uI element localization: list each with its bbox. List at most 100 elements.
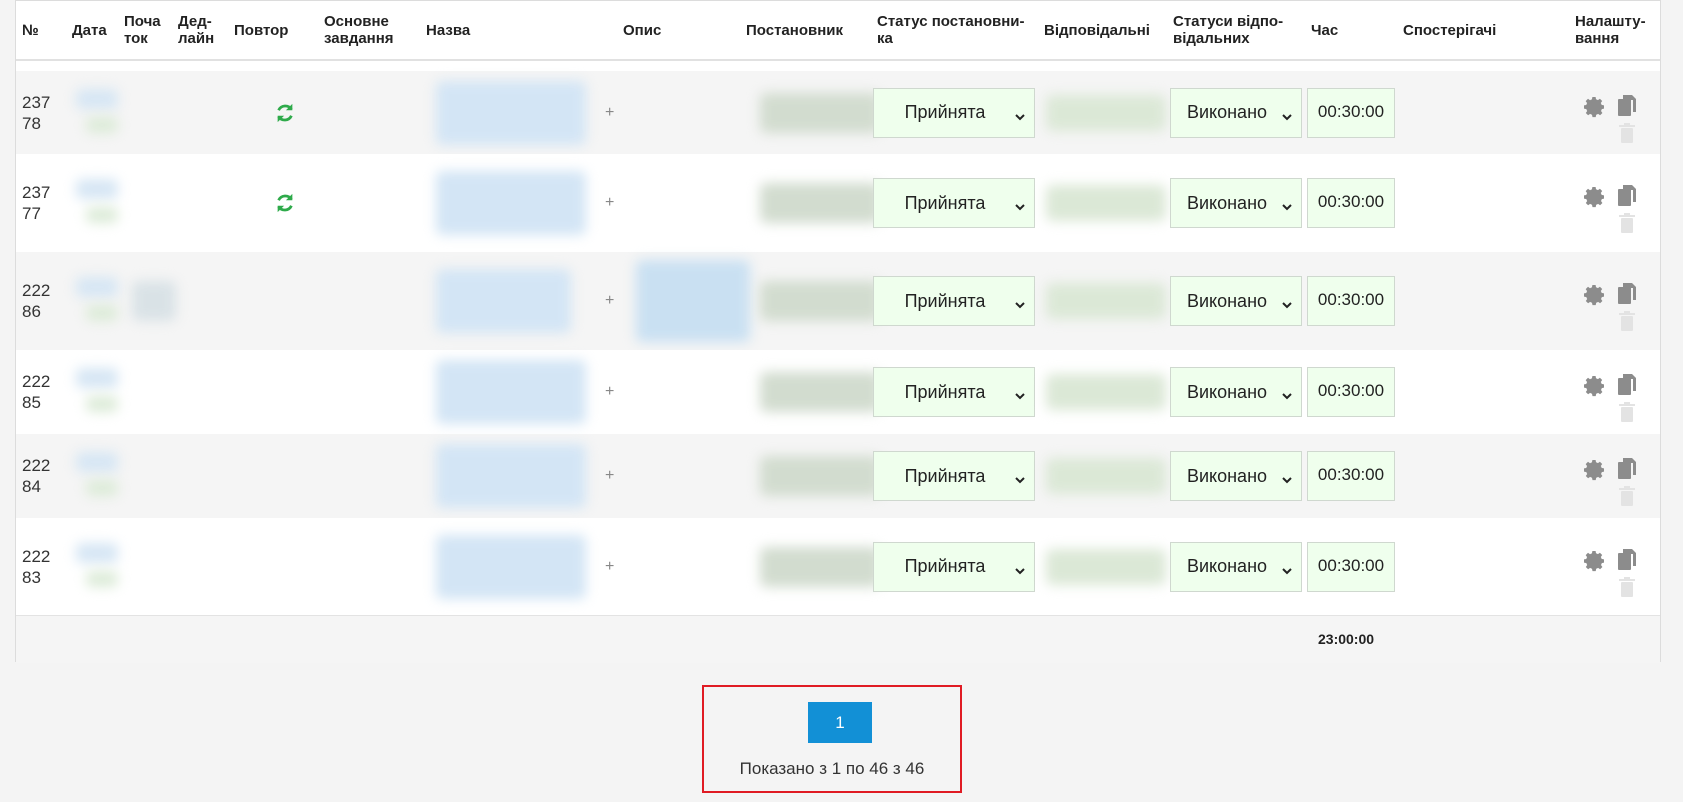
copy-icon[interactable] xyxy=(1617,94,1637,123)
author-status-select[interactable]: Прийнята xyxy=(873,87,1035,138)
expand-plus-icon[interactable]: + xyxy=(605,154,614,252)
author-status-select[interactable]: Прийнята xyxy=(873,276,1035,326)
responsible-status-select[interactable]: Виконано xyxy=(1170,276,1302,326)
pagination: 1 Показано з 1 по 46 з 46 xyxy=(702,685,962,793)
author-redacted xyxy=(760,456,880,496)
col-header-date[interactable]: Дата xyxy=(66,1,118,59)
col-header-responsible-status[interactable]: Статуси відпо- відальних xyxy=(1167,1,1297,59)
responsible-redacted xyxy=(1046,185,1166,221)
trash-icon[interactable] xyxy=(1618,401,1636,428)
task-name-redacted xyxy=(436,360,586,424)
trash-icon[interactable] xyxy=(1618,485,1636,512)
trash-icon[interactable] xyxy=(1618,310,1636,337)
responsible-redacted xyxy=(1046,548,1166,585)
table-row[interactable]: 22284 + Прийнята Виконано 00:30:00 xyxy=(16,434,1660,518)
chevron-down-icon xyxy=(1014,295,1026,309)
task-number[interactable]: 23778 xyxy=(16,71,58,154)
time-input[interactable]: 00:30:00 xyxy=(1307,276,1395,326)
time-input[interactable]: 00:30:00 xyxy=(1307,87,1395,138)
author-redacted xyxy=(760,183,880,223)
chevron-down-icon xyxy=(1281,470,1293,484)
date-value-redacted xyxy=(76,542,118,563)
table-row[interactable]: 22283 + Прийнята Виконано 00:30:00 xyxy=(16,518,1660,615)
trash-icon[interactable] xyxy=(1618,122,1636,149)
responsible-status-select[interactable]: Виконано xyxy=(1170,87,1302,138)
copy-icon[interactable] xyxy=(1617,548,1637,577)
author-status-select[interactable]: Прийнята xyxy=(873,178,1035,228)
task-number[interactable]: 22285 xyxy=(16,350,58,434)
copy-icon[interactable] xyxy=(1617,184,1637,213)
date-value-redacted xyxy=(76,452,118,472)
date-value-redacted xyxy=(76,88,118,109)
col-header-name[interactable]: Назва xyxy=(420,1,600,59)
copy-icon[interactable] xyxy=(1617,457,1637,486)
table-row[interactable]: 23777 + Прийнята Виконано 00:30:00 xyxy=(16,154,1660,252)
expand-plus-icon[interactable]: + xyxy=(605,71,614,154)
author-status-select[interactable]: Прийнята xyxy=(873,367,1035,417)
date-value-redacted xyxy=(76,277,118,297)
author-status-value: Прийнята xyxy=(904,290,986,311)
col-header-repeat[interactable]: Повтор xyxy=(228,1,314,59)
chevron-down-icon xyxy=(1014,386,1026,400)
page-button-1[interactable]: 1 xyxy=(808,702,872,743)
trash-icon[interactable] xyxy=(1618,576,1636,603)
col-header-number[interactable]: № xyxy=(16,1,66,59)
col-header-deadline[interactable]: Дед- лайн xyxy=(172,1,228,59)
col-header-responsible[interactable]: Відповідальні xyxy=(1038,1,1156,59)
responsible-status-value: Виконано xyxy=(1186,381,1268,402)
description-redacted xyxy=(636,260,750,342)
chevron-down-icon xyxy=(1014,107,1026,120)
task-number[interactable]: 23777 xyxy=(16,154,58,252)
col-header-start[interactable]: Поча ток xyxy=(118,1,170,59)
table-row[interactable]: 22286 + Прийнята Виконано 00:30:00 xyxy=(16,252,1660,350)
chevron-down-icon xyxy=(1014,561,1026,574)
chevron-down-icon xyxy=(1281,386,1293,400)
table-row[interactable]: 23778 + Прийнята Виконано 00:30:00 xyxy=(16,71,1660,154)
responsible-status-select[interactable]: Виконано xyxy=(1170,451,1302,501)
time-input[interactable]: 00:30:00 xyxy=(1307,178,1395,228)
responsible-status-select[interactable]: Виконано xyxy=(1170,367,1302,417)
author-status-value: Прийнята xyxy=(904,465,986,486)
refresh-icon xyxy=(274,71,314,154)
task-name-redacted xyxy=(436,444,586,508)
expand-plus-icon[interactable]: + xyxy=(605,350,614,434)
task-number[interactable]: 22286 xyxy=(16,252,58,350)
copy-icon[interactable] xyxy=(1617,373,1637,402)
gear-icon[interactable] xyxy=(1583,374,1607,403)
expand-plus-icon[interactable]: + xyxy=(605,518,614,615)
time-input[interactable]: 00:30:00 xyxy=(1307,451,1395,501)
col-header-watchers[interactable]: Спостерігачі xyxy=(1397,1,1547,59)
gear-icon[interactable] xyxy=(1583,185,1607,214)
date-time-redacted xyxy=(86,305,118,321)
col-header-main-task[interactable]: Основне завдання xyxy=(318,1,410,59)
col-header-time[interactable]: Час xyxy=(1305,1,1385,59)
author-status-select[interactable]: Прийнята xyxy=(873,541,1035,592)
col-header-description[interactable]: Опис xyxy=(617,1,727,59)
col-header-author-status[interactable]: Статус постановни- ка xyxy=(871,1,1031,59)
gear-icon[interactable] xyxy=(1583,95,1607,124)
responsible-status-select[interactable]: Виконано xyxy=(1170,178,1302,228)
responsible-status-select[interactable]: Виконано xyxy=(1170,541,1302,592)
author-status-select[interactable]: Прийнята xyxy=(873,451,1035,501)
expand-plus-icon[interactable]: + xyxy=(605,252,614,350)
gear-icon[interactable] xyxy=(1583,283,1607,312)
table-row[interactable]: 22285 + Прийнята Виконано 00:30:00 xyxy=(16,350,1660,434)
gear-icon[interactable] xyxy=(1583,458,1607,487)
task-number[interactable]: 22284 xyxy=(16,434,58,518)
col-header-settings: Налашту- вання xyxy=(1575,13,1646,47)
author-redacted xyxy=(760,92,880,133)
time-input[interactable]: 00:30:00 xyxy=(1307,367,1395,417)
chevron-down-icon xyxy=(1281,197,1293,211)
author-status-value: Прийнята xyxy=(904,192,986,213)
task-number[interactable]: 22283 xyxy=(16,518,58,615)
expand-plus-icon[interactable]: + xyxy=(605,434,614,518)
time-input[interactable]: 00:30:00 xyxy=(1307,541,1395,592)
col-header-author[interactable]: Постановник xyxy=(740,1,860,59)
chevron-down-icon xyxy=(1014,197,1026,211)
author-redacted xyxy=(760,546,880,587)
copy-icon[interactable] xyxy=(1617,282,1637,311)
date-value-redacted xyxy=(76,368,118,388)
trash-icon[interactable] xyxy=(1618,212,1636,239)
task-name-redacted xyxy=(436,269,571,333)
gear-icon[interactable] xyxy=(1583,549,1607,578)
